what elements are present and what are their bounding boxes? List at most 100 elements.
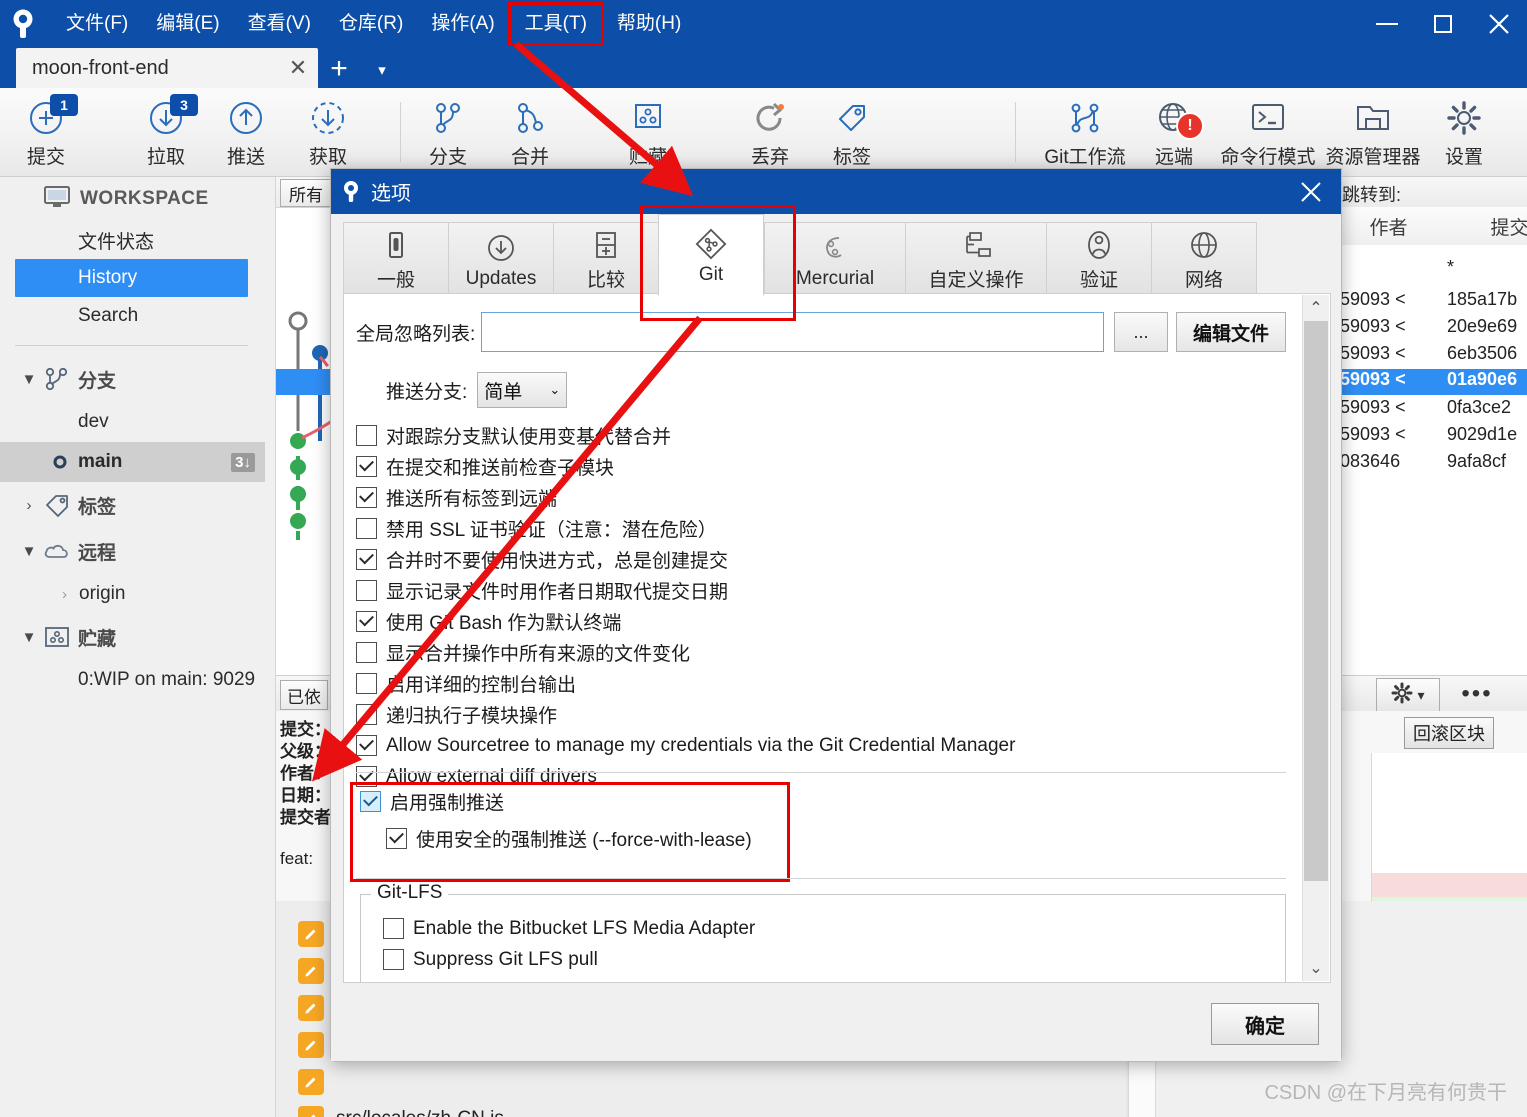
global-ignore-input[interactable] xyxy=(481,312,1104,352)
tab-auth[interactable]: 验证 xyxy=(1046,222,1151,296)
dialog-close-button[interactable] xyxy=(1281,169,1341,214)
settings-dropdown-button[interactable]: ▾ xyxy=(1376,678,1440,712)
checkbox-recursive-submodule[interactable]: 递归执行子模块操作 xyxy=(356,699,1286,730)
scroll-up-icon[interactable]: ⌃ xyxy=(1303,295,1329,321)
tab-mercurial[interactable]: Mercurial xyxy=(764,222,905,296)
more-options-button[interactable]: ••• xyxy=(1456,678,1498,710)
menu-repository[interactable]: 仓库(R) xyxy=(325,5,417,43)
menu-view[interactable]: 查看(V) xyxy=(234,5,325,43)
tab-network[interactable]: 网络 xyxy=(1151,222,1257,296)
row-sha: 0fa3ce2 xyxy=(1447,397,1512,417)
sidebar-group-tags[interactable]: › 标签 xyxy=(0,482,275,528)
checkbox-push-all-tags[interactable]: 推送所有标签到远端 xyxy=(356,482,1286,513)
remote-icon: ! xyxy=(1154,96,1204,140)
toolbar-push-button[interactable]: 推送 xyxy=(210,88,282,184)
checkbox-box[interactable] xyxy=(383,918,404,939)
minimize-button[interactable] xyxy=(1359,0,1415,48)
checkbox-box[interactable] xyxy=(356,487,377,508)
checkbox-box[interactable] xyxy=(356,549,377,570)
checkbox-box[interactable] xyxy=(356,456,377,477)
git-settings-content: 全局忽略列表: ... 编辑文件 推送分支: 简单 ⌄ 对跟踪分支默认使用变基代… xyxy=(344,294,1302,982)
column-header-commit[interactable]: 提交 xyxy=(1447,207,1527,246)
tab-updates[interactable]: Updates xyxy=(448,222,553,296)
checkbox-box[interactable] xyxy=(356,704,377,725)
chevron-down-icon: ▾ xyxy=(1417,686,1425,703)
checkbox-check-submodules[interactable]: 在提交和推送前检查子模块 xyxy=(356,451,1286,482)
tag-icon xyxy=(832,96,872,140)
chevron-right-icon: › xyxy=(62,585,67,603)
maximize-button[interactable] xyxy=(1415,0,1471,48)
sidebar-group-stashes[interactable]: ▼ 贮藏 xyxy=(0,614,275,660)
dependency-button[interactable]: 已依 xyxy=(280,680,328,710)
checkbox-git-bash-terminal[interactable]: 使用 Git Bash 作为默认终端 xyxy=(356,606,1286,637)
tab-dropdown-icon[interactable]: ▾ xyxy=(368,60,396,80)
checkbox-rebase-tracking[interactable]: 对跟踪分支默认使用变基代替合并 xyxy=(356,420,1286,451)
chevron-down-icon: ▼ xyxy=(21,542,37,560)
diff-line-removed xyxy=(1372,873,1527,897)
tab-git[interactable]: Git xyxy=(658,214,764,296)
dialog-title-bar: 选项 xyxy=(331,169,1341,214)
tab-close-icon[interactable]: ✕ xyxy=(278,48,318,88)
stash-icon xyxy=(628,96,668,140)
sidebar-branch-dev[interactable]: dev xyxy=(0,402,275,442)
tab-moon-front-end[interactable]: moon-front-end ✕ xyxy=(16,48,318,88)
checkbox-suppress-lfs-pull[interactable]: Suppress Git LFS pull xyxy=(383,944,1285,975)
modified-file-icon xyxy=(298,1031,324,1058)
checkbox-label: 使用 Git Bash 作为默认终端 xyxy=(386,613,622,634)
sidebar-item-search[interactable]: Search xyxy=(0,297,275,335)
sidebar-remote-origin[interactable]: › origin xyxy=(0,574,275,614)
toolbar-commit-button[interactable]: 1 提交 xyxy=(10,88,82,184)
checkbox-box[interactable] xyxy=(356,580,377,601)
checkbox-verbose-console[interactable]: 启用详细的控制台输出 xyxy=(356,668,1286,699)
new-tab-button[interactable]: + xyxy=(322,52,356,85)
checkbox-author-date[interactable]: 显示记录文件时用作者日期取代提交日期 xyxy=(356,575,1286,606)
checkbox-box[interactable] xyxy=(356,518,377,539)
toolbar-settings-button[interactable]: 设置 xyxy=(1428,88,1500,184)
checkbox-label: Allow Sourcetree to manage my credential… xyxy=(386,734,1016,756)
scrollbar-thumb[interactable] xyxy=(1304,321,1328,881)
tab-general[interactable]: 一般 xyxy=(343,222,448,296)
diff-line xyxy=(1372,801,1527,825)
scroll-down-icon[interactable]: ⌄ xyxy=(1303,955,1329,981)
checkbox-box[interactable] xyxy=(356,425,377,446)
tab-compare[interactable]: 比较 xyxy=(553,222,658,296)
sidebar-item-file-status[interactable]: 文件状态 xyxy=(0,221,275,259)
checkbox-no-fast-forward[interactable]: 合并时不要使用快进方式，总是创建提交 xyxy=(356,544,1286,575)
checkbox-credential-manager[interactable]: Allow Sourcetree to manage my credential… xyxy=(356,730,1286,761)
mercurial-icon xyxy=(819,229,851,267)
menu-bar: 文件(F) 编辑(E) 查看(V) 仓库(R) 操作(A) 工具(T) 帮助(H… xyxy=(52,0,695,48)
toolbar-pull-button[interactable]: 3 拉取 xyxy=(130,88,202,184)
menu-actions[interactable]: 操作(A) xyxy=(417,5,508,43)
sidebar-item-history[interactable]: History xyxy=(15,259,248,297)
menu-tools[interactable]: 工具(T) xyxy=(507,2,604,46)
tab-custom-actions[interactable]: 自定义操作 xyxy=(905,222,1046,296)
remote-warning-badge: ! xyxy=(1176,112,1204,140)
checkbox-box[interactable] xyxy=(383,949,404,970)
sidebar-group-branches[interactable]: ▼ 分支 xyxy=(0,356,275,402)
browse-button[interactable]: ... xyxy=(1114,312,1168,352)
tab-label: 验证 xyxy=(1079,270,1118,291)
checkbox-box[interactable] xyxy=(356,735,377,756)
checkbox-box[interactable] xyxy=(356,642,377,663)
push-branch-select[interactable]: 简单 ⌄ xyxy=(477,372,568,408)
menu-help[interactable]: 帮助(H) xyxy=(603,5,695,43)
custom-action-icon xyxy=(960,226,992,264)
sidebar-group-remotes[interactable]: ▼ 远程 xyxy=(0,528,275,574)
menu-file[interactable]: 文件(F) xyxy=(52,5,142,43)
checkbox-box[interactable] xyxy=(356,611,377,632)
tab-label: moon-front-end xyxy=(32,56,169,79)
sidebar-branch-main[interactable]: main 3↓ xyxy=(0,442,265,482)
ok-button[interactable]: 确定 xyxy=(1211,1003,1319,1045)
checkbox-disable-ssl[interactable]: 禁用 SSL 证书验证（注意：潜在危险） xyxy=(356,513,1286,544)
close-button[interactable] xyxy=(1471,0,1527,48)
menu-edit[interactable]: 编辑(E) xyxy=(142,5,233,43)
rollback-hunk-button[interactable]: 回滚区块 xyxy=(1404,717,1494,749)
panel-scrollbar[interactable]: ⌃ ⌄ xyxy=(1302,295,1329,981)
edit-file-button[interactable]: 编辑文件 xyxy=(1176,312,1286,352)
column-header-author[interactable]: 作者 xyxy=(1330,207,1448,246)
checkbox-show-merge-sources[interactable]: 显示合并操作中所有来源的文件变化 xyxy=(356,637,1286,668)
checkbox-box[interactable] xyxy=(356,673,377,694)
chevron-down-icon: ▼ xyxy=(21,370,37,388)
checkbox-bitbucket-lfs-adapter[interactable]: Enable the Bitbucket LFS Media Adapter xyxy=(383,913,1285,944)
sidebar-stash-item[interactable]: 0:WIP on main: 9029 xyxy=(0,660,275,700)
